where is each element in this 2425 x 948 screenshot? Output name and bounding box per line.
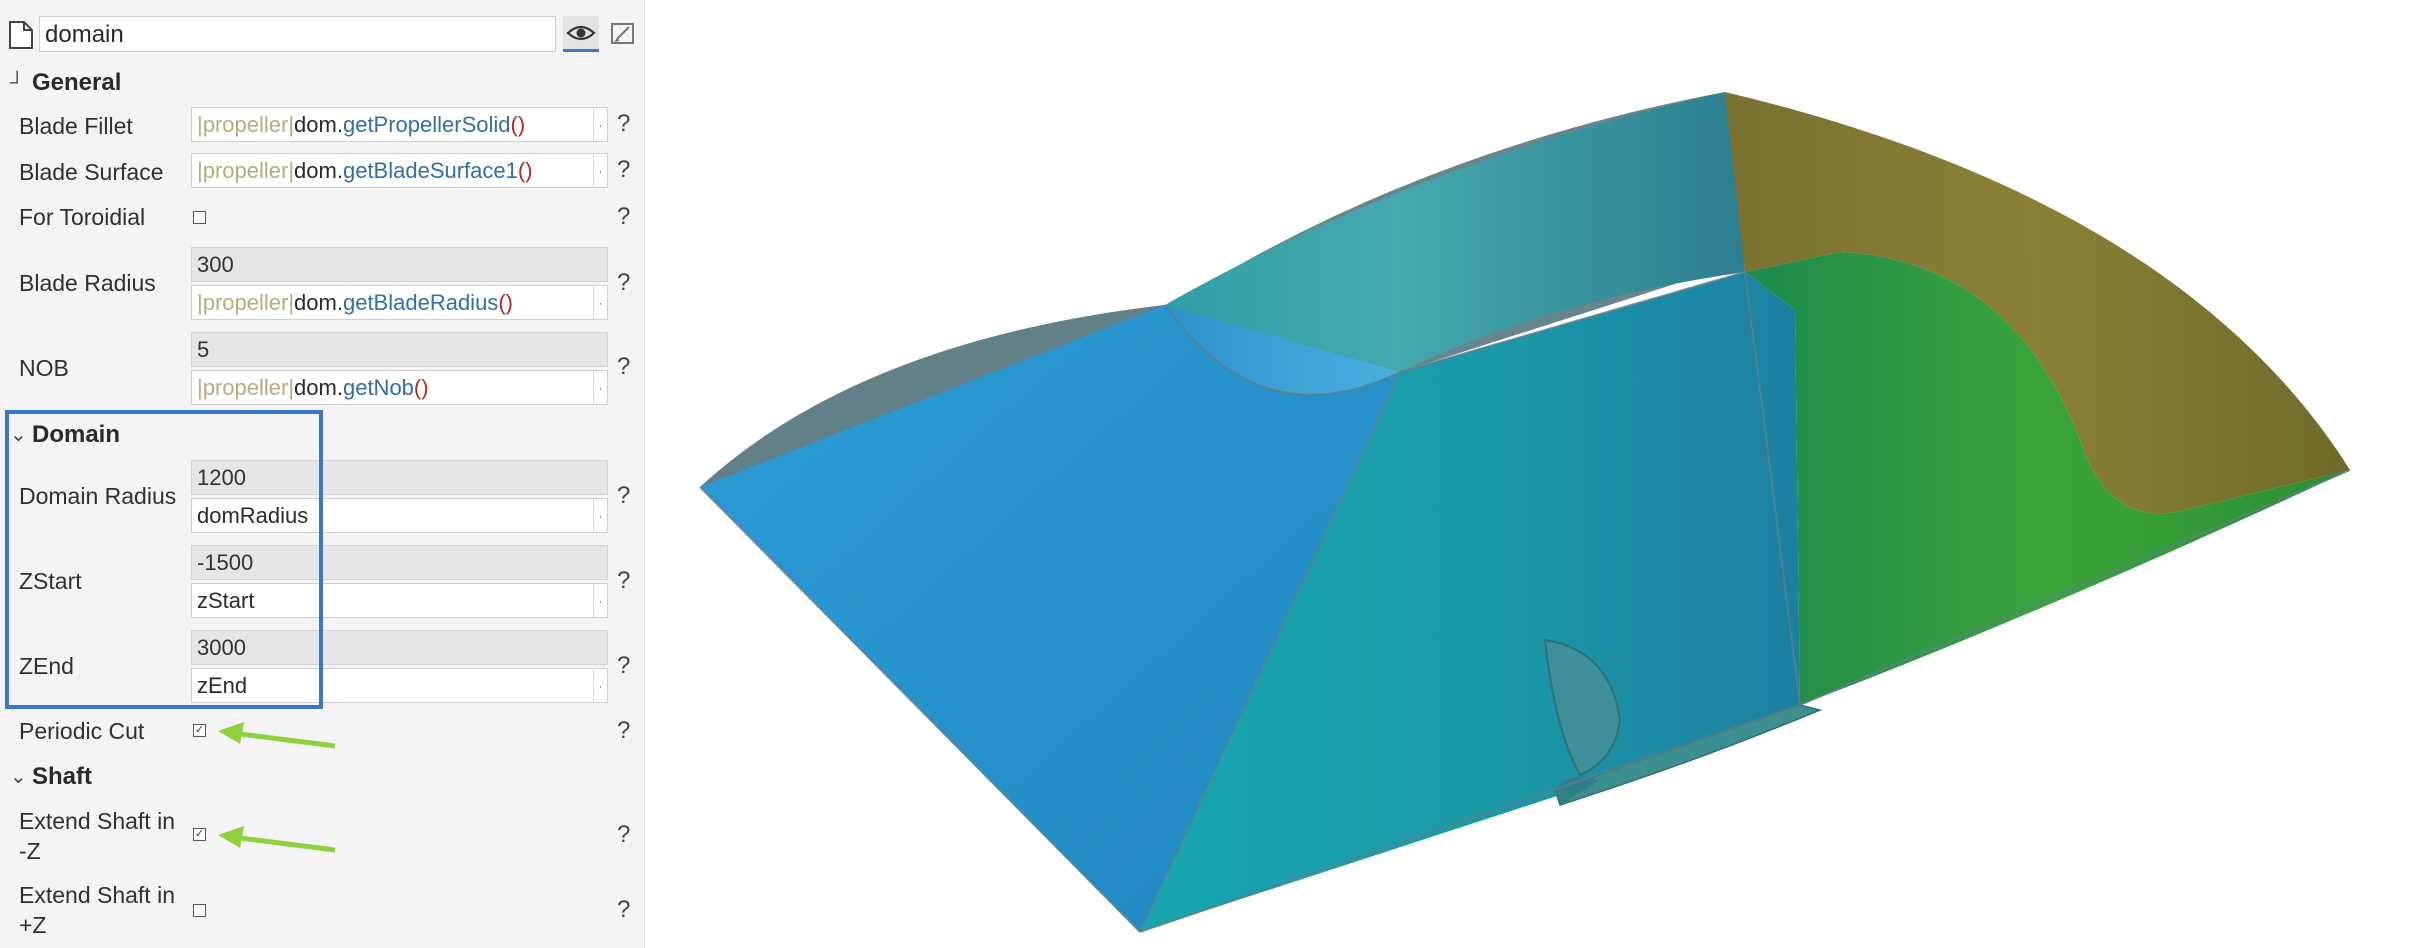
token-function: getNob	[342, 374, 414, 400]
token-function: getBladeSurface1	[342, 157, 518, 183]
token-namespace: propeller	[202, 289, 289, 315]
nob-value: 5	[191, 332, 608, 367]
dropdown-button[interactable]: ·	[593, 584, 607, 617]
3d-viewport[interactable]	[646, 0, 2425, 948]
label-line: -Z	[19, 838, 41, 864]
extend-shaft-minus-z-checkbox[interactable]: ✓	[193, 828, 206, 841]
name-field-value: domain	[45, 21, 124, 48]
token-namespace: propeller	[202, 157, 289, 183]
dropdown-button[interactable]: ·	[593, 371, 607, 404]
blade-surface-field[interactable]: |propeller|dom.getBladeSurface1() ·	[191, 153, 608, 188]
token-function: getBladeRadius	[342, 289, 499, 315]
edit-icon[interactable]	[609, 20, 637, 48]
token-object: dom.	[294, 111, 343, 137]
eye-icon	[566, 25, 596, 41]
collapse-icon: ┘	[10, 72, 25, 94]
token-object: dom.	[294, 374, 343, 400]
periodic-cut-checkbox[interactable]: ✓	[193, 724, 206, 737]
blade-radius-value: 300	[191, 247, 608, 282]
arrow-annotation	[218, 826, 336, 853]
help-button[interactable]: ?	[617, 716, 630, 746]
help-button[interactable]: ?	[617, 268, 630, 298]
token-namespace: propeller	[202, 374, 289, 400]
label-line: +Z	[19, 912, 47, 938]
blade-radius-expression-field[interactable]: |propeller|dom.getBladeRadius() ·	[191, 285, 608, 320]
label-line: Extend Shaft in	[19, 808, 175, 834]
properties-panel: domain ┘ General Blade Fillet |propeller…	[0, 0, 645, 948]
for-toroidial-checkbox[interactable]	[193, 211, 206, 224]
blade-fillet-label: Blade Fillet	[19, 113, 133, 139]
section-general[interactable]: ┘ General	[10, 68, 121, 98]
token-object: dom.	[294, 289, 343, 315]
blade-radius-label: Blade Radius	[19, 270, 156, 296]
page-icon	[9, 21, 33, 49]
chevron-down-icon: ⌄	[10, 766, 27, 788]
token-function: getPropellerSolid	[342, 111, 511, 137]
blade-fillet-field[interactable]: |propeller|dom.getPropellerSolid() ·	[191, 107, 608, 142]
help-button[interactable]: ?	[617, 481, 630, 511]
dropdown-button[interactable]: ·	[593, 499, 607, 532]
help-button[interactable]: ?	[617, 202, 630, 232]
section-shaft-label: Shaft	[32, 763, 92, 790]
token-object: dom.	[294, 157, 343, 183]
nob-label: NOB	[19, 355, 69, 381]
dropdown-button[interactable]: ·	[593, 286, 607, 319]
for-toroidial-label: For Toroidial	[19, 204, 146, 230]
token-paren: ()	[413, 374, 429, 400]
dropdown-button[interactable]: ·	[593, 669, 607, 702]
help-button[interactable]: ?	[617, 895, 630, 925]
highlight-box	[5, 410, 323, 709]
help-button[interactable]: ?	[617, 566, 630, 596]
nob-expression-field[interactable]: |propeller|dom.getNob() ·	[191, 370, 608, 405]
label-line: Extend Shaft in	[19, 882, 175, 908]
help-button[interactable]: ?	[617, 155, 630, 185]
help-button[interactable]: ?	[617, 352, 630, 382]
blade-surface-label: Blade Surface	[19, 159, 164, 185]
periodic-cut-label: Periodic Cut	[19, 718, 145, 744]
help-button[interactable]: ?	[617, 109, 630, 139]
token-paren: ()	[498, 289, 513, 315]
extend-shaft-minus-z-label: Extend Shaft in -Z	[19, 806, 175, 866]
token-namespace: propeller	[202, 111, 289, 137]
dropdown-button[interactable]: ·	[593, 108, 607, 141]
token-paren: ()	[510, 111, 526, 137]
view-toggle-button[interactable]	[563, 16, 599, 52]
extend-shaft-plus-z-checkbox[interactable]	[193, 904, 206, 917]
help-button[interactable]: ?	[617, 651, 630, 681]
dropdown-button[interactable]: ·	[593, 154, 607, 187]
help-button[interactable]: ?	[617, 820, 630, 850]
token-paren: ()	[517, 157, 533, 183]
name-field[interactable]: domain	[39, 16, 556, 52]
extend-shaft-plus-z-label: Extend Shaft in +Z	[19, 880, 175, 940]
section-general-label: General	[32, 69, 122, 96]
arrow-annotation	[218, 722, 336, 749]
section-shaft[interactable]: ⌄ Shaft	[10, 762, 92, 792]
